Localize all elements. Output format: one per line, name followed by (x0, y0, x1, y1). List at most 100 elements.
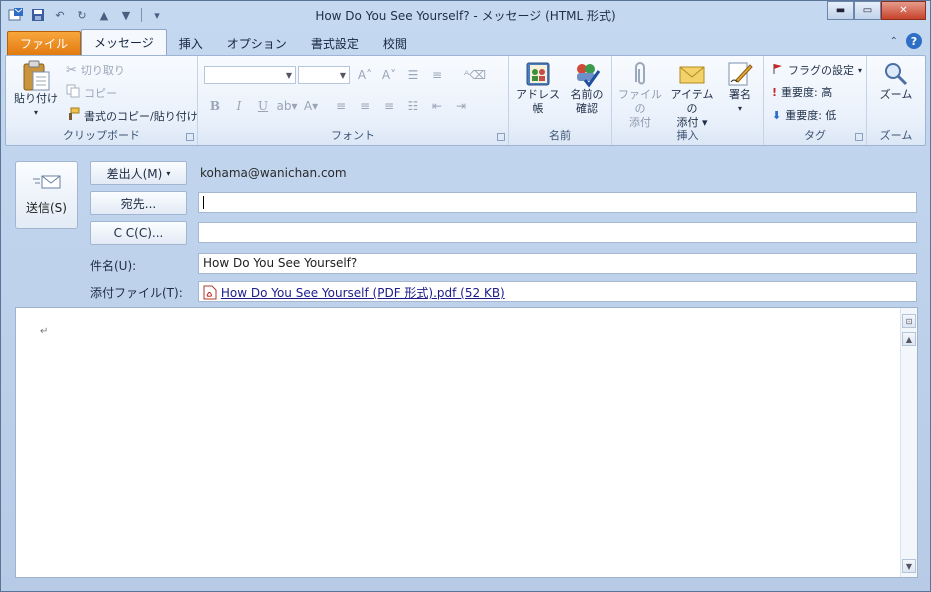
ribbon-help-area: ⌃ ? (890, 33, 922, 49)
tab-options[interactable]: オプション (215, 31, 299, 55)
cc-button[interactable]: C C(C)... (90, 221, 187, 245)
copy-icon (66, 84, 80, 101)
font-name-combo[interactable]: ▼ (204, 66, 296, 84)
justify-icon[interactable]: ☷ (402, 96, 424, 116)
highlight-icon[interactable]: ab▾ (276, 96, 298, 116)
low-importance-button[interactable]: ⬇ 重要度: 低 (772, 107, 836, 123)
send-button[interactable]: 送信(S) (15, 161, 78, 229)
tab-insert[interactable]: 挿入 (167, 31, 215, 55)
tab-file[interactable]: ファイル (7, 31, 82, 55)
exclamation-icon: ! (772, 85, 778, 99)
high-importance-button[interactable]: ! 重要度: 高 (772, 84, 832, 100)
paragraph-mark: ↵ (40, 326, 49, 337)
subject-field[interactable]: How Do You See Yourself? (198, 253, 917, 274)
message-header: 送信(S) 差出人(M) ▾ kohama@wanichan.com 宛先...… (5, 149, 926, 306)
font-dialog-launcher[interactable] (497, 133, 505, 141)
grow-font-icon[interactable]: A˄ (354, 65, 376, 85)
scroll-up-icon[interactable]: ▲ (902, 332, 916, 346)
align-center-icon[interactable]: ≡ (354, 96, 376, 116)
clipboard-group: 貼り付け ▾ ✂ 切り取り コピー 書式のコピー/貼り付け クリップボード (6, 56, 198, 145)
address-book-label: アドレス帳 (516, 88, 560, 115)
underline-button[interactable]: U (252, 96, 274, 116)
paste-icon (21, 60, 51, 92)
signature-label: 署名 (729, 88, 751, 101)
clear-formatting-icon[interactable]: ᴬ⌫ (464, 65, 486, 85)
cut-label: 切り取り (80, 64, 125, 77)
pdf-file-icon (203, 285, 217, 302)
ribbon-collapse-icon[interactable]: ⌃ (890, 36, 898, 47)
attach-item-button[interactable]: アイテムの 添付 ▾ (666, 60, 718, 130)
attach-file-label-line1: ファイルの (618, 88, 662, 115)
font-color-icon[interactable]: A▾ (300, 96, 322, 116)
title-bar: ↶ ↻ ▲ ▼ ▾ How Do You See Yourself? - メッセ… (1, 1, 930, 29)
cc-field[interactable] (198, 222, 917, 243)
insert-group: ファイルの 添付 アイテムの 添付 ▾ 署名 ▾ 挿入 (612, 56, 764, 145)
align-right-icon[interactable]: ≡ (378, 96, 400, 116)
signature-dropdown-icon: ▾ (737, 104, 742, 113)
numbering-icon[interactable]: ≡ (426, 65, 448, 85)
to-button[interactable]: 宛先... (90, 191, 187, 215)
font-size-combo[interactable]: ▼ (298, 66, 350, 84)
bullets-icon[interactable]: ☰ (402, 65, 424, 85)
format-painter-button[interactable]: 書式のコピー/貼り付け (66, 107, 198, 124)
maximize-button[interactable]: ▭ (854, 1, 881, 20)
zoom-button[interactable]: ズーム (871, 60, 921, 102)
tab-format-text[interactable]: 書式設定 (299, 31, 371, 55)
italic-button[interactable]: I (228, 96, 250, 116)
check-names-icon (573, 60, 601, 88)
follow-up-label: フラグの設定 (788, 64, 854, 77)
check-names-label-line2: 確認 (576, 102, 598, 115)
copy-button[interactable]: コピー (66, 84, 117, 101)
tab-review[interactable]: 校閲 (371, 31, 419, 55)
signature-pen-icon (726, 60, 754, 88)
flag-icon (772, 63, 784, 78)
attachment-link[interactable]: How Do You See Yourself (PDF 形式).pdf (52… (221, 286, 505, 300)
message-body[interactable]: ↵ ⊡ ▲ ▼ (15, 307, 918, 578)
paperclip-icon (626, 60, 654, 88)
paste-button[interactable]: 貼り付け ▾ (12, 60, 60, 120)
paste-label: 貼り付け (14, 92, 58, 105)
minimize-button[interactable]: ▬ (827, 1, 854, 20)
magnifier-icon (882, 60, 910, 88)
signature-button[interactable]: 署名 ▾ (720, 60, 760, 116)
outlook-message-window: ↶ ↻ ▲ ▼ ▾ How Do You See Yourself? - メッセ… (0, 0, 931, 592)
follow-up-dropdown-icon: ▾ (858, 65, 863, 75)
check-names-button[interactable]: 名前の 確認 (565, 60, 609, 116)
chevron-down-icon: ▼ (339, 71, 346, 80)
low-importance-label: 重要度: 低 (785, 109, 837, 122)
help-icon[interactable]: ? (906, 33, 922, 49)
decrease-indent-icon[interactable]: ⇤ (426, 96, 448, 116)
ruler-toggle-icon[interactable]: ⊡ (902, 314, 916, 328)
attach-item-label-line1: アイテムの (670, 88, 714, 115)
names-group-label: 名前 (549, 129, 571, 142)
chevron-down-icon: ▾ (166, 168, 171, 178)
scroll-down-icon[interactable]: ▼ (902, 559, 916, 573)
copy-label: コピー (84, 86, 117, 100)
clipboard-dialog-launcher[interactable] (186, 133, 194, 141)
attached-label: 添付ファイル(T): (90, 286, 183, 300)
down-arrow-icon: ⬇ (772, 108, 782, 122)
attach-file-button[interactable]: ファイルの 添付 (614, 60, 666, 130)
vertical-scrollbar[interactable]: ⊡ ▲ ▼ (900, 308, 917, 577)
align-left-icon[interactable]: ≡ (330, 96, 352, 116)
chevron-down-icon: ▼ (285, 71, 292, 80)
bold-button[interactable]: B (204, 96, 226, 116)
tags-dialog-launcher[interactable] (855, 133, 863, 141)
text-caret (203, 196, 204, 209)
font-style-controls: B I U ab▾ A▾ ≡ ≡ ≡ ☷ ⇤ ⇥ (204, 96, 472, 116)
tab-message[interactable]: メッセージ (81, 29, 167, 55)
to-field[interactable] (198, 192, 917, 213)
send-label: 送信(S) (26, 201, 67, 215)
close-button[interactable]: ✕ (881, 1, 926, 20)
font-group-label: フォント (331, 129, 375, 142)
tags-group-label: タグ (804, 129, 826, 142)
increase-indent-icon[interactable]: ⇥ (450, 96, 472, 116)
shrink-font-icon[interactable]: A˅ (378, 65, 400, 85)
zoom-group: ズーム ズーム (867, 56, 925, 145)
follow-up-button[interactable]: フラグの設定 ▾ (772, 62, 862, 78)
cut-button[interactable]: ✂ 切り取り (66, 62, 125, 78)
address-book-button[interactable]: アドレス帳 (513, 60, 563, 116)
window-title: How Do You See Yourself? - メッセージ (HTML 形… (315, 9, 616, 23)
check-names-label-line1: 名前の (570, 88, 604, 101)
from-button[interactable]: 差出人(M) ▾ (90, 161, 187, 185)
